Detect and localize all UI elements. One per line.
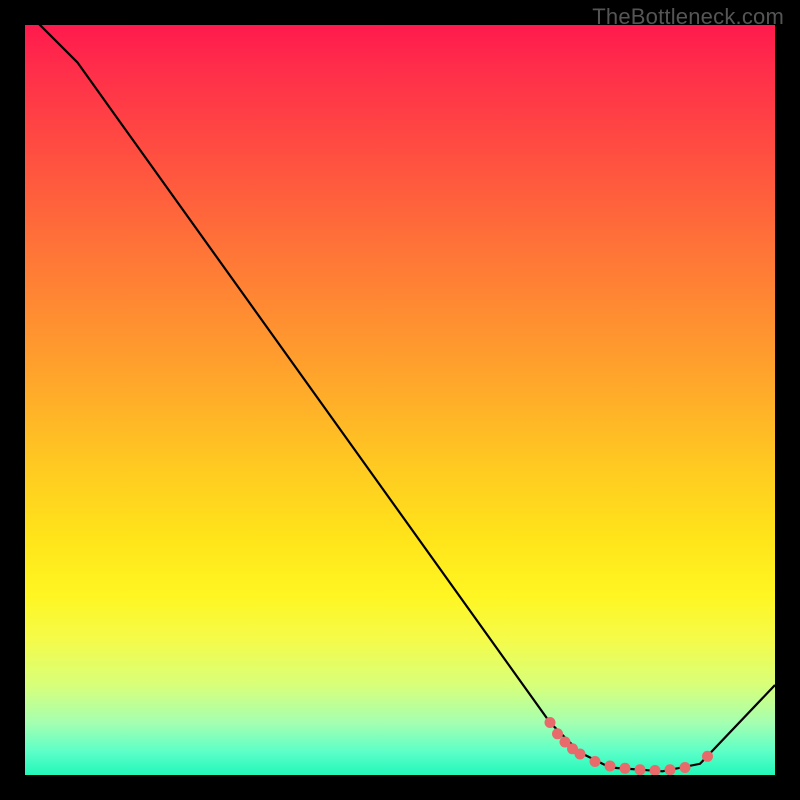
data-marker (665, 764, 676, 775)
data-marker (680, 762, 691, 773)
data-marker (620, 763, 631, 774)
data-marker (575, 749, 586, 760)
data-marker (590, 756, 601, 767)
data-marker (650, 765, 661, 775)
curve-line (25, 25, 775, 771)
chart-svg (25, 25, 775, 775)
data-marker (635, 764, 646, 775)
data-marker (545, 717, 556, 728)
data-markers (545, 717, 714, 775)
plot-area (25, 25, 775, 775)
watermark-text: TheBottleneck.com (592, 4, 784, 30)
data-marker (552, 728, 563, 739)
data-marker (702, 751, 713, 762)
data-marker (605, 761, 616, 772)
